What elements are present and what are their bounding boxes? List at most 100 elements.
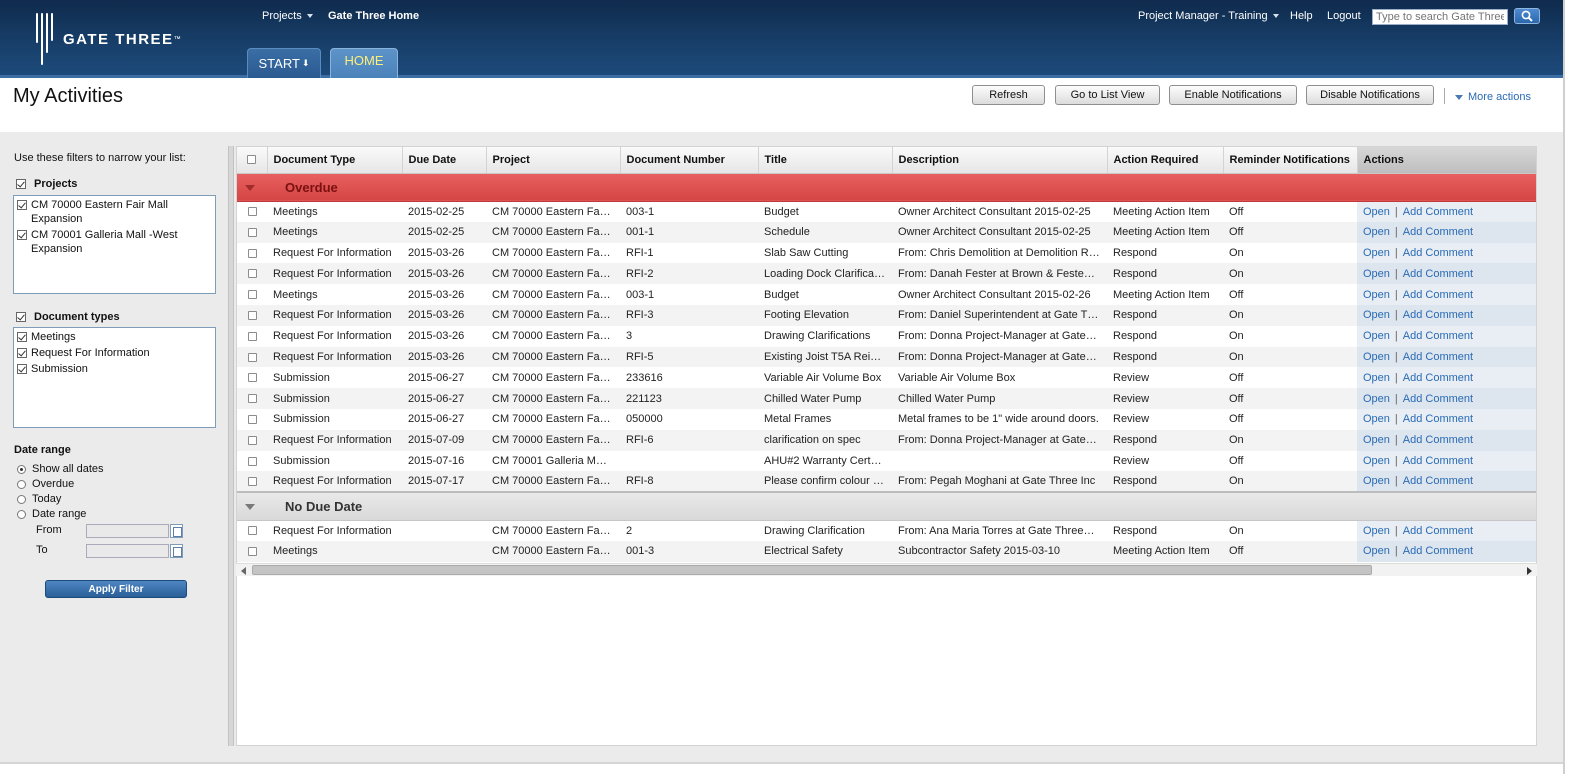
date-option-range[interactable]: Date range <box>17 508 86 520</box>
table-row[interactable]: Request For Information 2015-07-17 CM 7000… <box>237 471 1536 493</box>
row-select-cell[interactable] <box>237 304 267 326</box>
open-link[interactable]: Open <box>1363 455 1390 467</box>
column-header[interactable]: Due Date <box>402 147 487 174</box>
search-button[interactable] <box>1514 8 1540 24</box>
row-checkbox[interactable] <box>247 269 257 279</box>
checkbox[interactable] <box>17 348 27 358</box>
open-link[interactable]: Open <box>1363 413 1390 425</box>
table-row[interactable]: Request For Information 2015-03-26 CM 7000… <box>237 263 1536 285</box>
add-comment-link[interactable]: Add Comment <box>1403 434 1473 446</box>
column-header[interactable]: Document Type <box>267 147 403 174</box>
document-types-filter-toggle[interactable]: Document types <box>16 311 120 323</box>
radio[interactable] <box>17 479 26 489</box>
logout-link[interactable]: Logout <box>1327 10 1361 22</box>
row-checkbox[interactable] <box>247 394 257 404</box>
user-menu[interactable]: Project Manager - Training <box>1138 10 1279 22</box>
collapse-icon[interactable] <box>245 185 255 192</box>
column-header[interactable]: Description <box>892 147 1108 174</box>
gate-three-home-link[interactable]: Gate Three Home <box>328 10 419 22</box>
scroll-left-icon[interactable] <box>241 567 246 575</box>
table-row[interactable]: Submission 2015-06-27 CM 70000 Eastern Fa…… <box>237 388 1536 409</box>
panel-splitter[interactable] <box>228 146 234 746</box>
date-option-today[interactable]: Today <box>17 493 61 505</box>
open-link[interactable]: Open <box>1363 393 1390 405</box>
row-select-cell[interactable] <box>237 471 267 493</box>
column-header[interactable]: Action Required <box>1107 147 1224 174</box>
row-select-cell[interactable] <box>237 326 267 347</box>
doc-type-option[interactable]: Submission <box>14 362 215 376</box>
help-link[interactable]: Help <box>1290 10 1313 22</box>
doc-type-option[interactable]: Meetings <box>14 330 215 344</box>
date-option-all[interactable]: Show all dates <box>17 463 104 475</box>
row-select-cell[interactable] <box>237 409 267 430</box>
open-link[interactable]: Open <box>1363 206 1390 218</box>
row-checkbox[interactable] <box>247 435 257 445</box>
refresh-button[interactable]: Refresh <box>972 85 1045 105</box>
add-comment-link[interactable]: Add Comment <box>1403 525 1473 537</box>
collapse-icon[interactable] <box>245 504 255 511</box>
projects-filter-toggle[interactable]: Projects <box>16 178 77 190</box>
row-checkbox[interactable] <box>247 414 257 424</box>
more-actions-menu[interactable]: More actions <box>1455 91 1531 103</box>
table-row[interactable]: Meetings 2015-02-25 CM 70000 Eastern Fa… 00… <box>237 201 1536 222</box>
row-checkbox[interactable] <box>247 248 257 258</box>
table-row[interactable]: Request For Information 2015-07-09 CM 7000… <box>237 429 1536 451</box>
row-select-cell[interactable] <box>237 221 267 243</box>
group-header-row[interactable]: No Due Date <box>237 491 1536 521</box>
row-checkbox[interactable] <box>247 227 257 237</box>
add-comment-link[interactable]: Add Comment <box>1403 413 1473 425</box>
row-checkbox[interactable] <box>247 373 257 383</box>
checkbox[interactable] <box>17 364 27 374</box>
row-checkbox[interactable] <box>247 310 257 320</box>
table-row[interactable]: Request For Information 2015-03-26 CM 7000… <box>237 242 1536 264</box>
gate-three-logo[interactable]: GATE THREE ™ <box>36 12 181 66</box>
add-comment-link[interactable]: Add Comment <box>1403 393 1473 405</box>
row-select-cell[interactable] <box>237 201 267 222</box>
row-select-cell[interactable] <box>237 367 267 388</box>
project-option[interactable]: CM 70000 Eastern Fair Mall Expansion <box>14 198 215 226</box>
doc-type-option[interactable]: Request For Information <box>14 346 215 360</box>
add-comment-link[interactable]: Add Comment <box>1403 268 1473 280</box>
column-header[interactable]: Project <box>486 147 621 174</box>
checkbox[interactable] <box>17 230 27 240</box>
row-select-cell[interactable] <box>237 429 267 451</box>
row-select-cell[interactable] <box>237 520 267 541</box>
checkbox[interactable] <box>16 179 26 190</box>
row-select-cell[interactable] <box>237 284 267 305</box>
horizontal-scrollbar[interactable] <box>236 563 1537 576</box>
add-comment-link[interactable]: Add Comment <box>1403 372 1473 384</box>
row-checkbox[interactable] <box>247 546 257 556</box>
table-row[interactable]: Request For Information 2015-03-26 CM 7000… <box>237 304 1536 326</box>
group-header[interactable]: No Due Date <box>237 491 1536 521</box>
add-comment-link[interactable]: Add Comment <box>1403 309 1473 321</box>
row-select-cell[interactable] <box>237 346 267 368</box>
date-option-overdue[interactable]: Overdue <box>17 478 74 490</box>
checkbox[interactable] <box>17 332 27 342</box>
scroll-right-icon[interactable] <box>1527 567 1532 575</box>
table-row[interactable]: Submission 2015-06-27 CM 70000 Eastern Fa…… <box>237 408 1536 430</box>
add-comment-link[interactable]: Add Comment <box>1403 475 1473 487</box>
list-view-button[interactable]: Go to List View <box>1055 85 1160 105</box>
row-select-cell[interactable] <box>237 451 267 472</box>
row-checkbox[interactable] <box>247 331 257 341</box>
open-link[interactable]: Open <box>1363 330 1390 342</box>
tab-start[interactable]: START ⬇ <box>247 48 321 78</box>
table-row[interactable]: Meetings 2015-02-25 CM 70000 Eastern Fa… 00… <box>237 221 1536 243</box>
apply-filter-button[interactable]: Apply Filter <box>45 580 187 598</box>
row-checkbox[interactable] <box>247 352 257 362</box>
projects-menu[interactable]: Projects <box>262 10 313 22</box>
radio[interactable] <box>17 464 26 474</box>
open-link[interactable]: Open <box>1363 434 1390 446</box>
table-row[interactable]: Meetings CM 70000 Eastern Fa… 001-3 Electri… <box>237 540 1536 562</box>
tab-home[interactable]: HOME <box>330 48 398 78</box>
row-checkbox[interactable] <box>247 207 257 217</box>
add-comment-link[interactable]: Add Comment <box>1403 545 1473 557</box>
add-comment-link[interactable]: Add Comment <box>1403 289 1473 301</box>
checkbox[interactable] <box>17 200 27 210</box>
row-select-cell[interactable] <box>237 263 267 285</box>
calendar-icon[interactable] <box>170 544 183 558</box>
scrollbar-thumb[interactable] <box>252 565 1372 575</box>
add-comment-link[interactable]: Add Comment <box>1403 330 1473 342</box>
row-select-cell[interactable] <box>237 243 267 264</box>
calendar-icon[interactable] <box>170 524 183 538</box>
